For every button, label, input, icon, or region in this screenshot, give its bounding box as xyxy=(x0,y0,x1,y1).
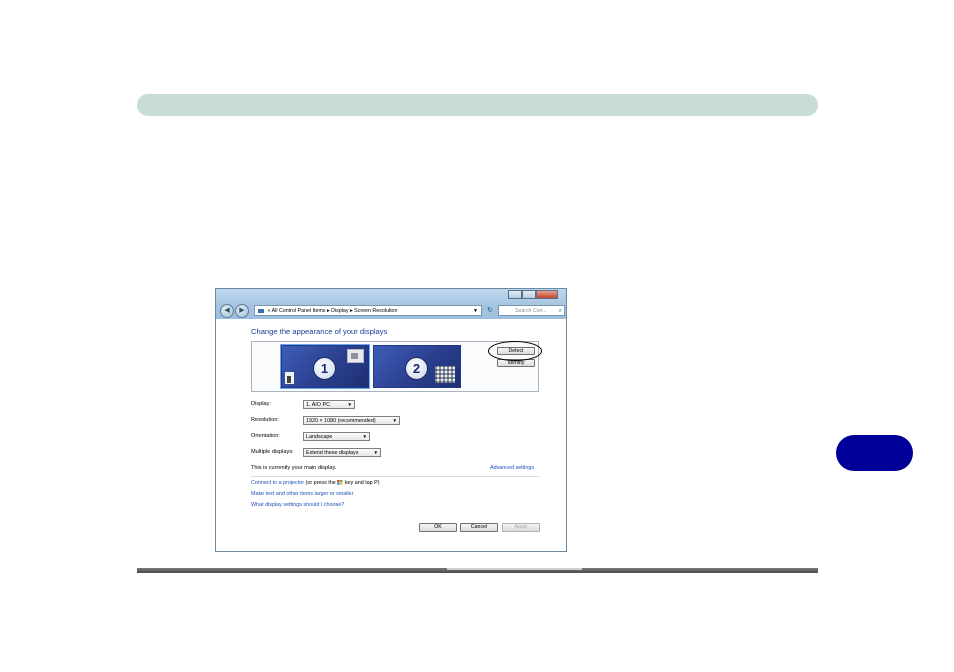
search-placeholder: Search Con... xyxy=(515,308,547,314)
advanced-settings-link[interactable]: Advanced settings xyxy=(490,465,534,471)
chapter-tab xyxy=(836,435,913,471)
display-label: Display: xyxy=(251,401,271,407)
projector-row: Connect to a projector (or press the key… xyxy=(251,480,380,486)
resolution-value: 1920 × 1080 (recommended) xyxy=(306,418,376,424)
wallpaper-icon xyxy=(347,349,364,363)
orientation-value: Landscape xyxy=(306,434,333,440)
breadcrumb-all-items[interactable]: All Control Panel Items xyxy=(272,308,326,314)
display-select[interactable]: 1. AIO PC ▼ xyxy=(303,400,355,409)
multiple-displays-value: Extend these displays xyxy=(306,450,359,456)
ok-button[interactable]: OK xyxy=(419,523,457,532)
resolution-select[interactable]: 1920 × 1080 (recommended) ▼ xyxy=(303,416,400,425)
wallpaper-icon xyxy=(285,372,294,384)
chevron-down-icon: ▼ xyxy=(373,450,378,455)
maximize-button[interactable] xyxy=(522,290,536,299)
multiple-displays-label: Multiple displays: xyxy=(251,449,294,455)
address-bar[interactable]: « All Control Panel Items ▸ Display ▸ Sc… xyxy=(254,305,482,316)
display-help-link[interactable]: What display settings should I choose? xyxy=(251,502,344,508)
detect-highlight-circle xyxy=(488,341,542,361)
resolution-label: Resolution: xyxy=(251,417,279,423)
search-icon[interactable]: ⌕ xyxy=(559,306,562,316)
projector-hint-text: key and tap P) xyxy=(344,480,380,486)
divider xyxy=(251,476,540,477)
breadcrumb-screen-resolution[interactable]: Screen Resolution xyxy=(354,308,397,314)
cancel-button[interactable]: Cancel xyxy=(460,523,498,532)
orientation-select[interactable]: Landscape ▼ xyxy=(303,432,370,441)
monitor-2[interactable]: 2 xyxy=(373,345,461,388)
minimize-button[interactable] xyxy=(508,290,522,299)
address-dropdown-icon[interactable]: ▼ xyxy=(473,306,478,315)
chevron-down-icon: ▼ xyxy=(347,402,352,407)
window-chrome: ◀ ▶ « All Control Panel Items ▸ Display … xyxy=(216,289,566,319)
window-content: Change the appearance of your displays 1… xyxy=(216,319,566,551)
control-panel-icon xyxy=(258,309,264,313)
search-input[interactable]: Search Con... ⌕ xyxy=(498,305,565,316)
breadcrumb-separator[interactable]: ▸ xyxy=(350,308,353,314)
monitor-number: 1 xyxy=(313,357,336,380)
projector-hint-text: (or press the xyxy=(305,480,336,486)
caption-buttons xyxy=(508,290,558,299)
multiple-displays-select[interactable]: Extend these displays ▼ xyxy=(303,448,381,457)
back-button[interactable]: ◀ xyxy=(220,304,234,318)
forward-button[interactable]: ▶ xyxy=(235,304,249,318)
address-chevron: « xyxy=(267,308,271,314)
monitor-number: 2 xyxy=(405,357,428,380)
page-title: Change the appearance of your displays xyxy=(251,327,388,336)
refresh-icon[interactable]: ↻ xyxy=(485,305,495,316)
orientation-label: Orientation: xyxy=(251,433,280,439)
connect-projector-link[interactable]: Connect to a projector xyxy=(251,480,304,486)
apply-button[interactable]: Apply xyxy=(502,523,540,532)
footer-rule xyxy=(137,568,818,573)
screen-resolution-window: ◀ ▶ « All Control Panel Items ▸ Display … xyxy=(215,288,567,552)
breadcrumb-display[interactable]: Display xyxy=(331,308,348,314)
text-size-link[interactable]: Make text and other items larger or smal… xyxy=(251,491,353,497)
display-value: 1. AIO PC xyxy=(306,402,330,408)
monitor-1[interactable]: 1 xyxy=(281,345,369,388)
chevron-down-icon: ▼ xyxy=(362,434,367,439)
main-display-status: This is currently your main display. xyxy=(251,465,337,471)
wallpaper-icon xyxy=(435,366,455,383)
close-button[interactable] xyxy=(536,290,558,299)
windows-logo-icon xyxy=(337,480,343,485)
header-band xyxy=(137,94,818,116)
breadcrumb-separator[interactable]: ▸ xyxy=(327,308,330,314)
chevron-down-icon: ▼ xyxy=(392,418,397,423)
